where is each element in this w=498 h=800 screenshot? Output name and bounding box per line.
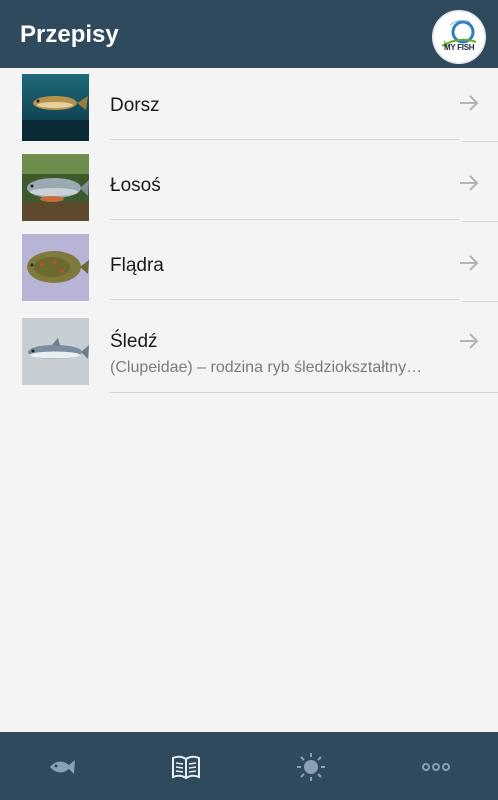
divider [462, 221, 498, 222]
arrow-right-icon [460, 333, 479, 349]
fish-icon [50, 760, 75, 774]
logo-text: MY FISH [444, 43, 475, 52]
divider [110, 299, 460, 300]
divider [462, 301, 498, 302]
flounder-photo [22, 234, 89, 301]
cod-photo [22, 74, 89, 141]
divider [110, 139, 460, 140]
list-item[interactable]: Dorsz [0, 68, 498, 142]
herring-photo [22, 318, 89, 385]
recipe-name: Dorsz [110, 95, 160, 116]
recipe-name: Śledź [110, 331, 158, 352]
tab-fish[interactable] [0, 732, 124, 800]
recipe-description: (Clupeidae) – rodzina ryb śledziokształt… [110, 359, 423, 376]
recipe-name: Flądra [110, 255, 164, 276]
book-icon [172, 755, 200, 780]
tab-weather[interactable] [249, 732, 373, 800]
arrow-right-icon [460, 255, 479, 271]
tab-recipes[interactable] [124, 732, 248, 800]
more-icon [422, 763, 450, 771]
arrow-right-icon [460, 175, 479, 191]
bottom-tab-bar [0, 732, 498, 800]
my-fish-logo[interactable]: MY FISH [432, 10, 486, 64]
page-title: Przepisy [20, 21, 119, 48]
list-item[interactable]: Łosoś [0, 148, 498, 222]
tab-more[interactable] [374, 732, 498, 800]
salmon-photo [22, 154, 89, 221]
divider [110, 392, 498, 393]
sun-icon [297, 753, 325, 781]
divider [462, 141, 498, 142]
divider [110, 219, 460, 220]
arrow-right-icon [460, 95, 479, 111]
app-bar: Przepisy MY FISH [0, 0, 498, 68]
list-item[interactable]: Śledź (Clupeidae) – rodzina ryb śledziok… [0, 308, 498, 394]
recipe-name: Łosoś [110, 175, 161, 196]
list-item[interactable]: Flądra [0, 228, 498, 302]
